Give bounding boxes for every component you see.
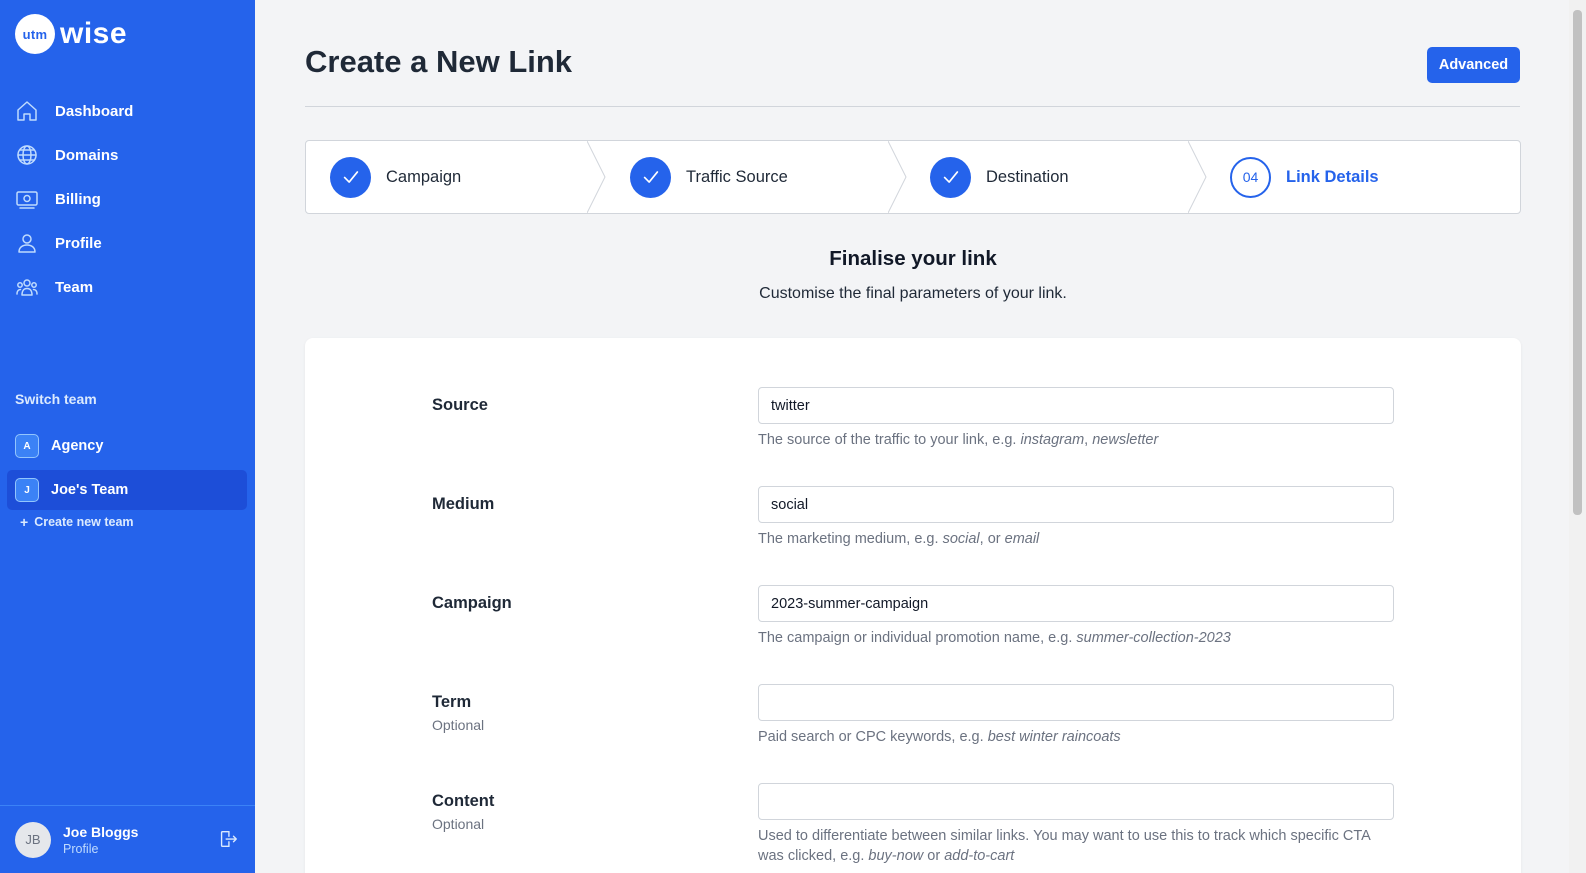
sidebar-item-label: Dashboard — [55, 102, 134, 120]
help-example: best winter raincoats — [987, 729, 1121, 745]
step-complete-indicator — [330, 156, 371, 198]
help-example: newsletter — [1092, 432, 1159, 448]
help-text: or — [923, 848, 945, 864]
team-name: Joe's Team — [51, 482, 129, 498]
field-help: Paid search or CPC keywords, e.g. best w… — [758, 727, 1394, 747]
user-icon — [18, 234, 36, 253]
field-label: Medium — [432, 495, 495, 513]
globe-icon — [17, 145, 37, 165]
help-example: instagram — [1020, 432, 1085, 448]
team-badge: A — [15, 434, 39, 458]
help-example: buy-now — [868, 848, 924, 864]
field-label: Source — [432, 396, 488, 414]
campaign-input[interactable] — [758, 585, 1394, 622]
step-number-indicator: 04 — [1230, 156, 1271, 198]
help-text: The source of the traffic to your link, … — [758, 432, 1021, 448]
user-profile-link: Profile — [63, 841, 99, 856]
logout-icon — [220, 830, 237, 848]
help-text: Used to differentiate between similar li… — [758, 828, 1370, 864]
user-info[interactable]: Joe Bloggs Profile — [63, 824, 138, 856]
field-label: Content — [432, 792, 495, 810]
sidebar-item-dashboard[interactable]: Dashboard — [0, 89, 255, 133]
user-name: Joe Bloggs — [63, 823, 139, 840]
sidebar-item-label: Team — [55, 278, 94, 296]
page-scrollbar[interactable] — [1569, 0, 1586, 873]
team-item-agency[interactable]: A Agency — [7, 426, 247, 466]
sidebar-item-billing[interactable]: Billing — [0, 177, 255, 221]
billing-icon — [16, 191, 38, 209]
create-team-label: Create new team — [34, 515, 134, 529]
optional-label: Optional — [432, 816, 485, 832]
team-item-joes-team[interactable]: J Joe's Team — [7, 470, 247, 510]
team-name: Agency — [51, 438, 104, 454]
step-campaign[interactable]: Campaign — [330, 141, 461, 213]
logout-button[interactable] — [217, 828, 239, 850]
field-help: The source of the traffic to your link, … — [758, 430, 1394, 450]
section-title: Finalise your link — [829, 247, 997, 270]
sidebar-item-team[interactable]: Team — [0, 265, 255, 309]
check-icon — [643, 171, 658, 183]
step-label: Link Details — [1286, 167, 1379, 186]
stepper: Campaign Traffic Source Destination 04 L… — [305, 140, 1521, 214]
help-text: Paid search or CPC keywords, e.g. — [758, 729, 988, 745]
sidebar-item-profile[interactable]: Profile — [0, 221, 255, 265]
content-input[interactable] — [758, 783, 1394, 820]
field-help: The campaign or individual promotion nam… — [758, 628, 1394, 648]
step-separator — [587, 141, 606, 213]
section-subtitle: Customise the final parameters of your l… — [759, 285, 1067, 302]
step-destination[interactable]: Destination — [930, 141, 1069, 213]
sidebar-item-domains[interactable]: Domains — [0, 133, 255, 177]
logo-badge: utm — [15, 14, 55, 54]
step-label: Campaign — [386, 167, 462, 186]
check-icon — [343, 171, 358, 183]
sidebar-item-label: Domains — [55, 146, 119, 164]
step-complete-indicator — [930, 156, 971, 198]
field-help: Used to differentiate between similar li… — [758, 826, 1394, 866]
avatar[interactable]: JB — [15, 821, 51, 858]
source-input[interactable] — [758, 387, 1394, 424]
sidebar-nav: Dashboard Domains Billing Profile Team — [0, 89, 255, 309]
help-example: social — [942, 531, 980, 547]
user-panel: JB Joe Bloggs Profile — [0, 805, 255, 873]
field-help: The marketing medium, e.g. social, or em… — [758, 529, 1394, 549]
step-link-details[interactable]: 04 Link Details — [1230, 141, 1379, 213]
advanced-button[interactable]: Advanced — [1427, 47, 1520, 83]
step-complete-indicator — [630, 156, 671, 198]
sidebar-item-label: Profile — [55, 234, 102, 252]
field-label: Campaign — [432, 594, 512, 612]
step-separator — [888, 141, 907, 213]
step-separator — [1188, 141, 1207, 213]
medium-input[interactable] — [758, 486, 1394, 523]
plus-icon: + — [20, 514, 29, 530]
sidebar: utm wise Dashboard Domains Billing Profi… — [0, 0, 255, 873]
help-example: add-to-cart — [944, 848, 1015, 864]
help-text: , or — [979, 531, 1005, 547]
step-label: Destination — [986, 167, 1069, 186]
step-traffic-source[interactable]: Traffic Source — [630, 141, 788, 213]
app-logo[interactable]: utm wise — [15, 14, 127, 54]
header-divider — [305, 106, 1520, 107]
term-input[interactable] — [758, 684, 1394, 721]
scrollbar-thumb[interactable] — [1573, 10, 1582, 515]
help-text: , — [1084, 432, 1093, 448]
page-title: Create a New Link — [305, 44, 573, 79]
help-example: email — [1004, 531, 1040, 547]
help-text: The marketing medium, e.g. — [758, 531, 943, 547]
home-icon — [17, 101, 37, 121]
help-text: The campaign or individual promotion nam… — [758, 630, 1077, 646]
optional-label: Optional — [432, 717, 485, 733]
team-badge: J — [15, 478, 39, 502]
sidebar-item-label: Billing — [55, 190, 101, 208]
link-details-form: Source The source of the traffic to your… — [305, 338, 1521, 873]
create-team-link[interactable]: + Create new team — [20, 514, 134, 530]
check-icon — [943, 171, 958, 183]
step-label: Traffic Source — [686, 167, 788, 186]
logo-wordmark: wise — [60, 17, 128, 50]
team-icon — [16, 279, 38, 296]
switch-team-title: Switch team — [15, 391, 97, 407]
field-label: Term — [432, 693, 472, 711]
help-example: summer-collection-2023 — [1076, 630, 1231, 646]
